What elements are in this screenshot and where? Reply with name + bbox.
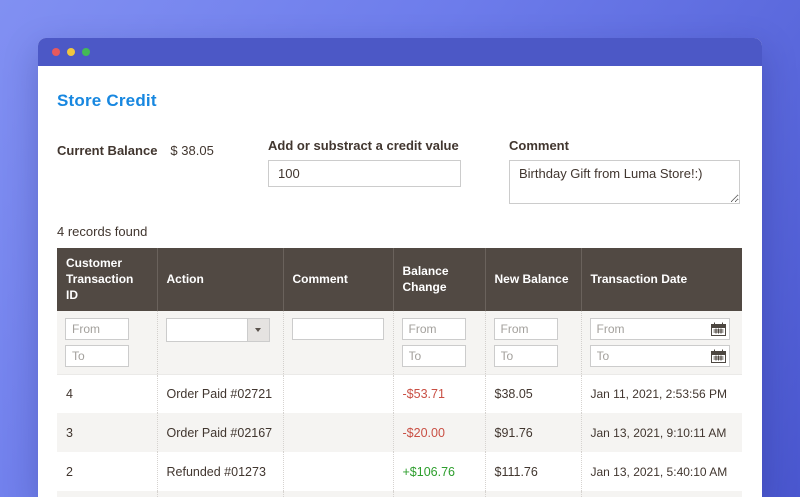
cell-action: Changed By Admin (157, 491, 283, 497)
cell-comment: Welcome to our webstore! (283, 491, 393, 497)
credit-value-label: Add or substract a credit value (268, 138, 461, 153)
cell-change: +$106.76 (393, 452, 485, 491)
records-found-text: 4 records found (57, 224, 743, 239)
table-row: 3Order Paid #02167 -$20.00$91.76Jan 13, 2… (57, 413, 742, 452)
page-title: Store Credit (57, 91, 743, 111)
calendar-icon[interactable] (711, 349, 726, 363)
window-maximize-button[interactable] (82, 48, 90, 56)
filter-change-from-input[interactable] (402, 318, 466, 340)
cell-date: Jan 19, 2021, 1:38:13 PM (581, 491, 742, 497)
cell-balance: $5.00 (485, 491, 581, 497)
chevron-down-icon (247, 319, 269, 341)
calendar-icon[interactable] (711, 322, 726, 336)
page-content: Store Credit Current Balance $ 38.05 Add… (38, 66, 762, 497)
cell-change: +$5.00 (393, 491, 485, 497)
window-close-button[interactable] (52, 48, 60, 56)
cell-action: Order Paid #02721 (157, 374, 283, 413)
table-row: 2Refunded #01273 +$106.76$111.76Jan 13, 2… (57, 452, 742, 491)
cell-change: -$20.00 (393, 413, 485, 452)
cell-transaction-id: 1 (57, 491, 157, 497)
filter-balance-to-input[interactable] (494, 345, 558, 367)
filter-id-to-input[interactable] (65, 345, 129, 367)
browser-titlebar (38, 38, 762, 66)
comment-group: Comment Birthday Gift from Luma Store!:) (509, 138, 740, 207)
comment-label: Comment (509, 138, 740, 153)
column-header-new-balance[interactable]: New Balance (485, 248, 581, 311)
cell-comment (283, 452, 393, 491)
transactions-grid: Customer Transaction ID Action Comment B… (57, 248, 742, 497)
cell-date: Jan 13, 2021, 5:40:10 AM (581, 452, 742, 491)
cell-transaction-id: 2 (57, 452, 157, 491)
filter-change-to-input[interactable] (402, 345, 466, 367)
cell-action: Refunded #01273 (157, 452, 283, 491)
cell-balance: $91.76 (485, 413, 581, 452)
cell-transaction-id: 3 (57, 413, 157, 452)
column-header-balance-change[interactable]: Balance Change (393, 248, 485, 311)
current-balance-group: Current Balance $ 38.05 (57, 143, 214, 158)
column-header-action[interactable]: Action (157, 248, 283, 311)
table-body: 4Order Paid #02721 -$53.71$38.05Jan 11, 2… (57, 374, 742, 497)
credit-value-input[interactable] (268, 160, 461, 187)
column-header-comment[interactable]: Comment (283, 248, 393, 311)
cell-comment (283, 374, 393, 413)
grid-header-row: Customer Transaction ID Action Comment B… (57, 248, 742, 311)
cell-transaction-id: 4 (57, 374, 157, 413)
table-row: 4Order Paid #02721 -$53.71$38.05Jan 11, 2… (57, 374, 742, 413)
filter-date-from-input[interactable] (590, 318, 730, 340)
filter-action-select[interactable] (166, 318, 270, 342)
credit-value-group: Add or substract a credit value (268, 138, 461, 187)
cell-date: Jan 13, 2021, 9:10:11 AM (581, 413, 742, 452)
cell-comment (283, 413, 393, 452)
filter-balance-from-input[interactable] (494, 318, 558, 340)
credit-form: Current Balance $ 38.05 Add or substract… (57, 138, 743, 212)
table-row: 1Changed By AdminWelcome to our webstore… (57, 491, 742, 497)
cell-date: Jan 11, 2021, 2:53:56 PM (581, 374, 742, 413)
cell-balance: $38.05 (485, 374, 581, 413)
column-header-transaction-id[interactable]: Customer Transaction ID (57, 248, 157, 311)
current-balance-label: Current Balance (57, 143, 157, 158)
current-balance-value: $ 38.05 (170, 143, 213, 158)
browser-window: Store Credit Current Balance $ 38.05 Add… (38, 38, 762, 497)
cell-balance: $111.76 (485, 452, 581, 491)
cell-change: -$53.71 (393, 374, 485, 413)
filter-id-from-input[interactable] (65, 318, 129, 340)
filter-date-to-input[interactable] (590, 345, 730, 367)
filter-comment-input[interactable] (292, 318, 384, 340)
cell-action: Order Paid #02167 (157, 413, 283, 452)
column-header-transaction-date[interactable]: Transaction Date (581, 248, 742, 311)
window-minimize-button[interactable] (67, 48, 75, 56)
comment-textarea[interactable]: Birthday Gift from Luma Store!:) (509, 160, 740, 204)
grid-filter-row (57, 311, 742, 375)
